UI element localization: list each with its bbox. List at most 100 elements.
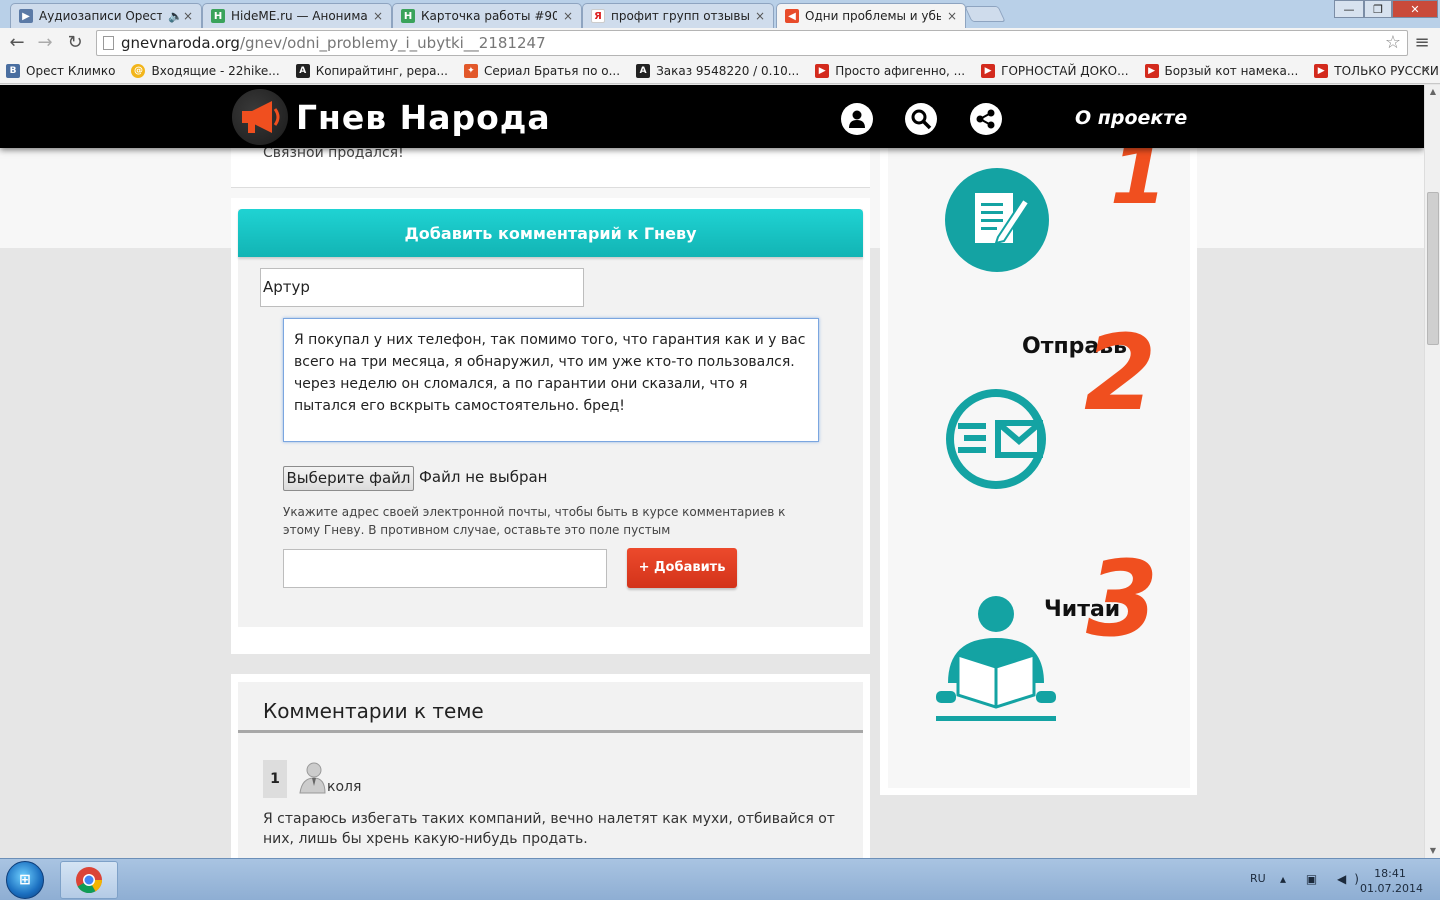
search-icon[interactable] (905, 103, 937, 135)
megaphone-favicon-icon: ◀ (785, 9, 799, 23)
bookmarks-overflow-button[interactable]: » (1422, 62, 1430, 77)
bookmark-item[interactable]: @ Входящие - 22hike... (131, 63, 280, 78)
fox-icon: ✦ (463, 63, 478, 78)
bookmark-item[interactable]: В Орест Климко (6, 63, 116, 78)
comment-textarea[interactable]: Я покупал у них телефон, так помимо того… (283, 318, 819, 442)
comment-author[interactable]: коля (327, 779, 361, 795)
tab-title: Карточка работы #90142 (421, 9, 557, 23)
comment-form: Добавить комментарий к Гневу Артур Я пок… (238, 209, 863, 627)
comments-title: Комментарии к теме (263, 699, 484, 723)
clock[interactable]: 18:41 01.07.2014 (1360, 866, 1423, 896)
advego-icon: A (636, 63, 651, 78)
comment-number: 1 (263, 760, 287, 798)
tab-audio[interactable]: ▶ Аудиозаписи Ореста К 🔈× (10, 3, 202, 28)
tab-title: Одни проблемы и убытк (805, 9, 941, 23)
page-viewport: Связной продался! Добавить комментарий к… (0, 85, 1424, 858)
bookmark-item[interactable]: ✦ Сериал Братья по о... (463, 63, 621, 78)
tab-close-icon[interactable]: 🔈× (168, 9, 193, 23)
bookmark-star-icon[interactable]: ☆ (1385, 31, 1401, 55)
tab-hideme[interactable]: H HideME.ru — Анонимай × (202, 3, 392, 28)
site-header: Гнев Народа О проекте (0, 85, 1424, 148)
bookmark-label: Борзый кот намека... (1164, 63, 1299, 78)
scroll-up-arrow-icon[interactable]: ▲ (1427, 85, 1439, 99)
comments-divider (238, 730, 863, 733)
clock-date: 01.07.2014 (1360, 882, 1423, 895)
tab-yandex-search[interactable]: Я профит групп отзывы гн × (582, 3, 774, 28)
bookmark-label: Сериал Братья по о... (483, 63, 621, 78)
browser-toolbar: ← → ↻ gnevnaroda.org/gnev/odni_problemy_… (0, 28, 1440, 58)
email-input[interactable] (283, 549, 607, 588)
comments-section: Комментарии к теме 1 коля Я стараюсь изб… (238, 682, 863, 858)
step-1: 1 (945, 135, 1167, 272)
minimize-button[interactable]: — (1334, 0, 1364, 18)
tab-favicon-icon: ▶ (19, 9, 33, 23)
bookmark-item[interactable]: A Заказ 9548220 / 0.10... (636, 63, 799, 78)
user-avatar-icon (299, 762, 326, 794)
tab-close-icon[interactable]: × (373, 9, 383, 23)
tab-favicon-icon: Я (591, 9, 605, 23)
tab-close-icon[interactable]: × (947, 9, 957, 23)
reader-icon (978, 596, 1014, 632)
comment-form-header[interactable]: Добавить комментарий к Гневу (238, 209, 863, 257)
youtube-icon: ▶ (1314, 63, 1329, 78)
bookmark-label: Входящие - 22hike... (151, 63, 280, 78)
user-icon[interactable] (841, 103, 873, 135)
bookmark-label: Копирайтинг, рера... (315, 63, 448, 78)
chrome-menu-icon[interactable]: ≡ (1412, 32, 1432, 54)
language-indicator[interactable]: RU (1250, 872, 1266, 885)
close-window-button[interactable]: ✕ (1392, 0, 1438, 18)
maximize-button[interactable]: ❐ (1364, 0, 1392, 18)
taskbar-chrome-button[interactable] (60, 861, 118, 899)
bookmark-item[interactable]: A Копирайтинг, рера... (295, 63, 448, 78)
bookmark-label: Просто афигенно, ... (835, 63, 966, 78)
scroll-down-arrow-icon[interactable]: ▼ (1427, 844, 1439, 858)
address-bar[interactable]: gnevnaroda.org/gnev/odni_problemy_i_ubyt… (96, 30, 1408, 56)
tray-icons[interactable]: ▴ ▣ ◀) (1280, 872, 1367, 886)
about-project-link[interactable]: О проекте (1075, 107, 1187, 129)
email-hint: Укажите адрес своей электронной почты, ч… (283, 505, 786, 537)
chrome-icon (76, 867, 103, 894)
step-number: 2 (1084, 312, 1156, 434)
bookmark-item[interactable]: ▶ Просто афигенно, ... (815, 63, 966, 78)
tab-title: профит групп отзывы гн (611, 9, 749, 23)
tab-favicon-icon: H (401, 9, 415, 23)
tab-work-card[interactable]: H Карточка работы #90142 × (392, 3, 582, 28)
bookmark-label: ГОРНОСТАЙ ДОКО... (1001, 63, 1129, 78)
bookmark-item[interactable]: ▶ ГОРНОСТАЙ ДОКО... (981, 63, 1129, 78)
name-input[interactable]: Артур (260, 268, 584, 307)
reload-button[interactable]: ↻ (64, 32, 86, 54)
clock-time: 18:41 (1374, 867, 1406, 880)
bookmark-item[interactable]: ▶ Борзый кот намека... (1144, 63, 1299, 78)
page-icon (103, 36, 114, 50)
steps-panel: 1 Отправь 2 Читай 3 (888, 135, 1190, 788)
site-logo[interactable]: Гнев Народа (232, 89, 551, 145)
back-button[interactable]: ← (6, 32, 28, 54)
tab-close-icon[interactable]: × (755, 9, 765, 23)
step-3: Читай 3 (936, 538, 1158, 721)
step-number: 1 (1110, 135, 1167, 223)
scroll-thumb[interactable] (1427, 192, 1439, 345)
mail-icon: @ (131, 63, 146, 78)
page-scrollbar[interactable]: ▲ ▼ (1424, 85, 1440, 858)
add-comment-button[interactable]: + Добавить (627, 548, 737, 588)
share-icon[interactable] (970, 103, 1002, 135)
forward-button[interactable]: → (34, 32, 56, 54)
steps-sidebar: 1 Отправь 2 Читай 3 (880, 135, 1197, 795)
tab-close-icon[interactable]: × (563, 9, 573, 23)
url-host: gnevnaroda.org (121, 34, 240, 52)
tab-title: HideME.ru — Анонимай (231, 9, 367, 23)
file-status-label: Файл не выбран (419, 468, 548, 486)
url-path: /gnev/odni_problemy_i_ubytki__2181247 (239, 34, 546, 52)
site-title: Гнев Народа (296, 97, 551, 137)
new-tab-button[interactable] (964, 6, 1006, 22)
comment-text: Я стараюсь избегать таких компаний, вечн… (263, 811, 835, 847)
step-2: Отправь 2 (946, 312, 1156, 489)
steps-graphic: 1 Отправь 2 Читай 3 (936, 135, 1167, 721)
tab-strip: ▶ Аудиозаписи Ореста К 🔈× H HideME.ru — … (0, 0, 1440, 28)
start-button[interactable]: ⊞ (6, 861, 44, 899)
comments-card: Комментарии к теме 1 коля Я стараюсь изб… (231, 674, 870, 858)
bookmark-label: Орест Климко (26, 63, 116, 78)
tab-active-gnev[interactable]: ◀ Одни проблемы и убытк × (776, 3, 966, 28)
choose-file-button[interactable]: Выберите файл (283, 466, 414, 491)
tab-title: Аудиозаписи Ореста К (39, 9, 162, 23)
